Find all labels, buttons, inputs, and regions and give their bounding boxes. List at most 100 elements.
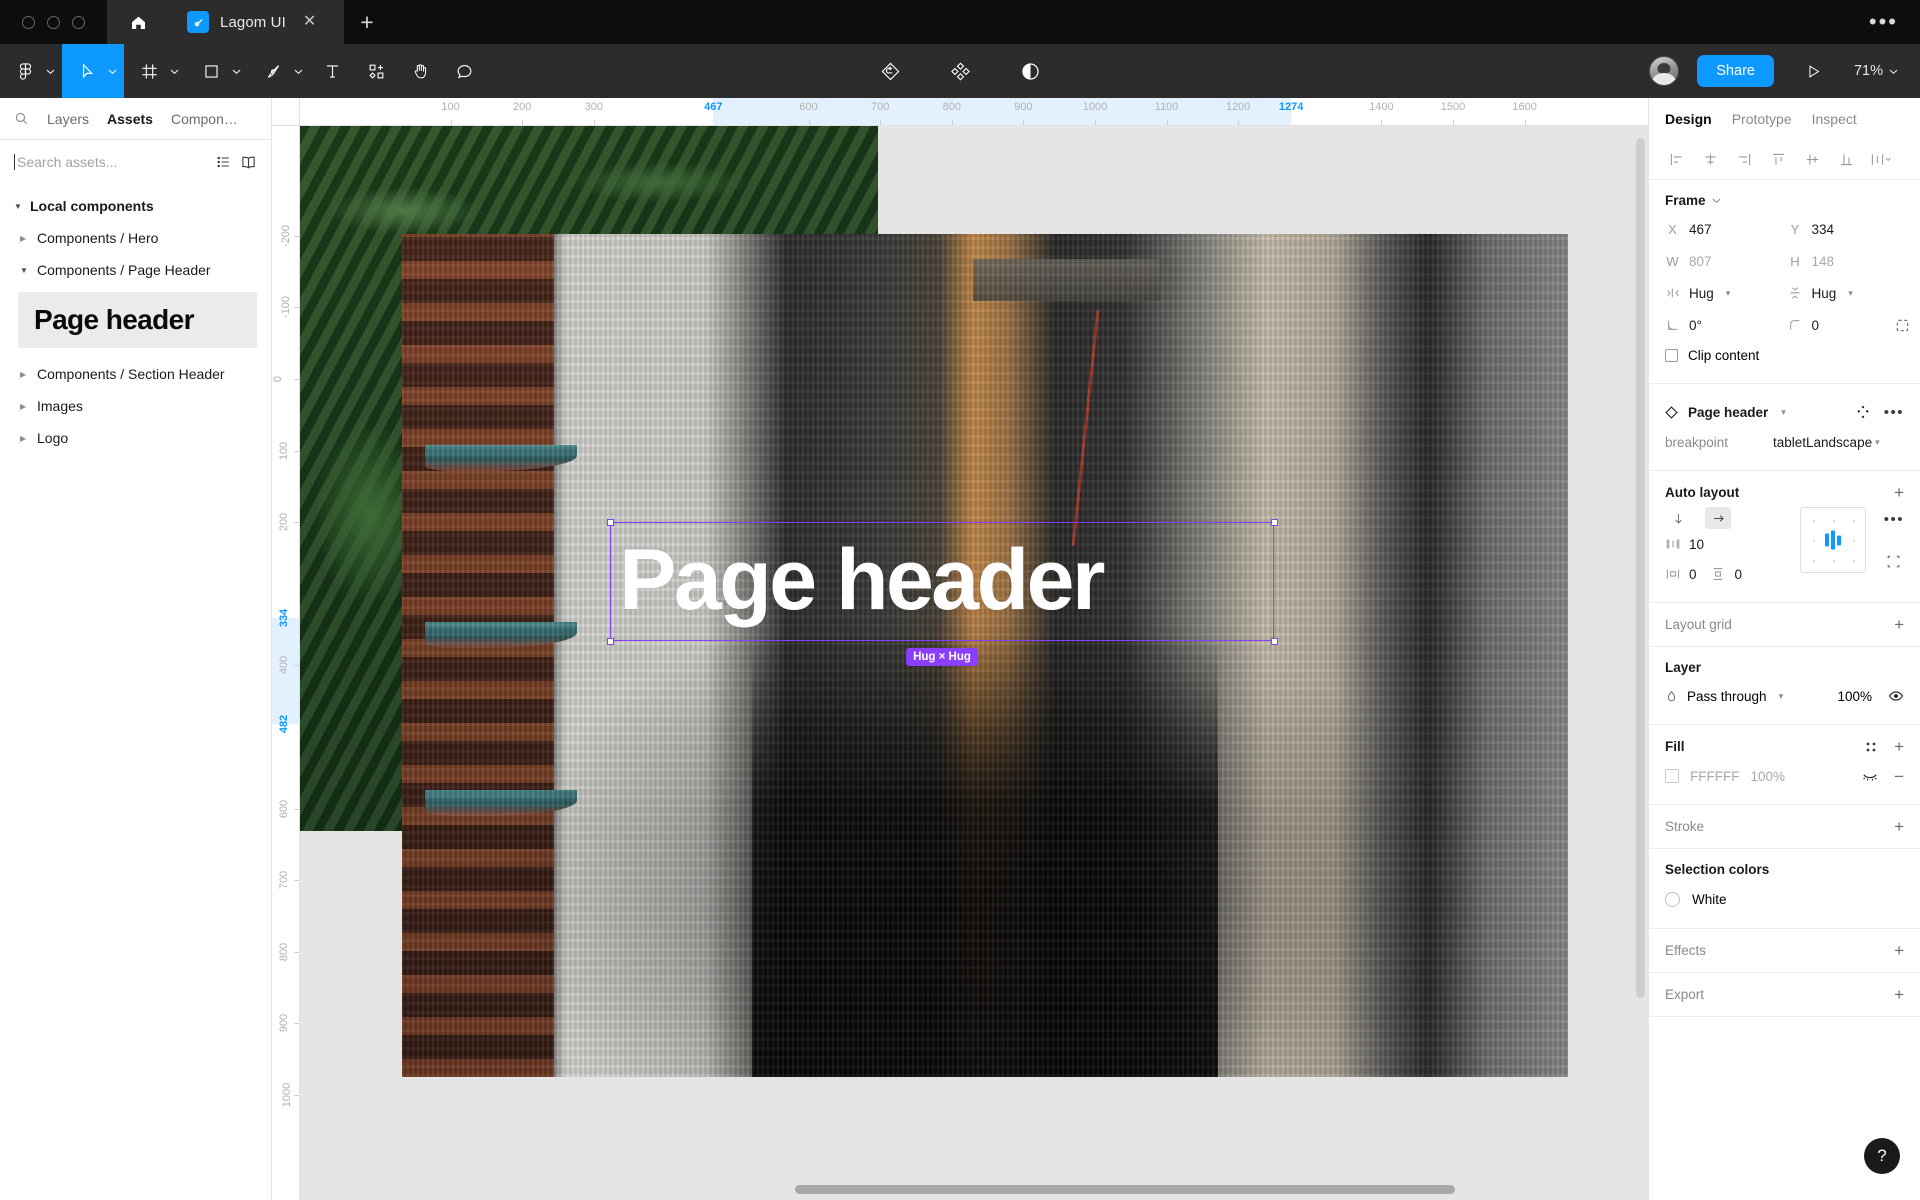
align-vertical-center-icon[interactable]	[1795, 146, 1829, 174]
tool-figma-menu[interactable]	[0, 44, 62, 98]
close-icon[interactable]: ✕	[303, 14, 316, 30]
canvas-stage[interactable]: Page header Hug × Hug	[300, 126, 1648, 1200]
asset-thumbnail-page-header[interactable]: Page header	[18, 292, 257, 348]
width-field[interactable]: W 807	[1665, 246, 1782, 276]
clip-content-icon[interactable]	[1886, 554, 1901, 569]
selection-color-swatch[interactable]	[1665, 891, 1680, 907]
chevron-down-icon[interactable]: ▾	[1781, 407, 1786, 418]
section-local-components[interactable]: ▼ Local components	[0, 190, 271, 222]
tool-components[interactable]	[354, 44, 398, 98]
auto-layout-alignment-grid[interactable]	[1799, 507, 1866, 573]
window-overflow-menu[interactable]: •••	[1869, 0, 1920, 44]
page-header-text[interactable]: Page header	[619, 537, 1105, 623]
style-picker-icon[interactable]	[1864, 740, 1878, 754]
item-spacing-field[interactable]: 10	[1665, 529, 1782, 559]
home-button[interactable]	[107, 0, 169, 44]
tool-move[interactable]	[62, 44, 124, 98]
fill-hex-value[interactable]: FFFFFF	[1690, 769, 1739, 784]
fill-opacity-value[interactable]: 100%	[1750, 769, 1785, 784]
chevron-down-icon[interactable]: ▾	[1726, 288, 1731, 299]
chevron-down-icon[interactable]	[44, 44, 62, 98]
vertical-ruler[interactable]: -200 -100 0 100 200 334 400 482 600 700 800 900 1000	[272, 126, 300, 1200]
present-button[interactable]	[1792, 63, 1836, 80]
asset-group-page-header[interactable]: ▼ Components / Page Header	[0, 254, 271, 286]
vertical-padding-field[interactable]: 0	[1711, 559, 1742, 589]
tool-text[interactable]	[310, 44, 354, 98]
resize-handle-top-left[interactable]	[607, 519, 614, 526]
plus-icon[interactable]: +	[1894, 986, 1904, 1003]
align-right-icon[interactable]	[1727, 146, 1761, 174]
align-left-icon[interactable]	[1659, 146, 1693, 174]
asset-group-hero[interactable]: ▶ Components / Hero	[0, 222, 271, 254]
resize-handle-bottom-right[interactable]	[1271, 638, 1278, 645]
canvas-area[interactable]: 100 200 300 467 600 700 800 900 1000 1100 1200 1274…	[272, 98, 1648, 1200]
rectangle-icon[interactable]	[186, 44, 230, 98]
search-icon[interactable]	[14, 111, 29, 126]
tool-comment[interactable]	[442, 44, 486, 98]
vertical-resizing-field[interactable]: Hug ▾	[1788, 278, 1905, 308]
chevron-down-icon[interactable]	[292, 44, 310, 98]
align-bottom-icon[interactable]	[1829, 146, 1863, 174]
browser-tab[interactable]: Lagom UI ✕	[169, 0, 344, 44]
share-button[interactable]: Share	[1697, 55, 1774, 87]
vertical-scrollbar[interactable]	[1636, 138, 1645, 998]
corner-radius-field[interactable]: 0	[1788, 310, 1909, 340]
x-field[interactable]: X 467	[1665, 214, 1782, 244]
y-field[interactable]: Y 334	[1788, 214, 1905, 244]
asset-group-section-header[interactable]: ▶ Components / Section Header	[0, 358, 271, 390]
window-maximize-dot[interactable]	[72, 15, 85, 29]
new-tab-button[interactable]: +	[344, 0, 390, 44]
tab-assets[interactable]: Assets	[107, 111, 153, 127]
selection-color-row[interactable]: White	[1665, 883, 1904, 915]
zoom-control[interactable]: 71%	[1854, 63, 1898, 79]
tab-design[interactable]: Design	[1665, 111, 1712, 127]
minus-icon[interactable]: −	[1894, 768, 1904, 785]
layer-opacity-value[interactable]: 100%	[1837, 689, 1872, 704]
tool-hand[interactable]	[398, 44, 442, 98]
chevron-down-icon[interactable]	[230, 44, 248, 98]
book-icon[interactable]	[240, 154, 257, 171]
plus-icon[interactable]: +	[1894, 616, 1904, 633]
independent-corners-icon[interactable]	[1895, 318, 1910, 333]
component-instance-row[interactable]: Page header ▾ •••	[1665, 397, 1904, 427]
cursor-icon[interactable]	[62, 44, 106, 98]
search-input[interactable]	[14, 154, 208, 170]
height-field[interactable]: H 148	[1788, 246, 1905, 276]
horizontal-ruler[interactable]: 100 200 300 467 600 700 800 900 1000 1100 1200 1274…	[300, 98, 1648, 126]
clip-content-checkbox[interactable]	[1665, 348, 1678, 362]
tab-inspect[interactable]: Inspect	[1812, 111, 1857, 127]
component-property-breakpoint[interactable]: breakpoint tabletLandscape ▾	[1665, 427, 1904, 457]
list-view-icon[interactable]	[216, 154, 232, 170]
align-top-icon[interactable]	[1761, 146, 1795, 174]
asset-group-logo[interactable]: ▶ Logo	[0, 422, 271, 454]
help-button[interactable]: ?	[1864, 1138, 1900, 1174]
chevron-down-icon[interactable]: ▾	[1848, 288, 1853, 299]
window-controls[interactable]	[0, 0, 107, 44]
tool-frame[interactable]	[124, 44, 186, 98]
tool-shape[interactable]	[186, 44, 248, 98]
rotation-field[interactable]: 0°	[1665, 310, 1782, 340]
horizontal-resizing-field[interactable]: Hug ▾	[1665, 278, 1782, 308]
eye-closed-icon[interactable]	[1862, 768, 1878, 784]
frame-section-header[interactable]: Frame	[1665, 193, 1904, 208]
plus-icon[interactable]: +	[1894, 942, 1904, 959]
page-header-frame[interactable]	[402, 234, 1568, 1077]
more-options-icon[interactable]: •••	[1884, 404, 1904, 421]
chevron-down-icon[interactable]	[168, 44, 186, 98]
chevron-down-icon[interactable]: ▾	[1779, 691, 1784, 702]
chevron-down-icon[interactable]: ▾	[1875, 437, 1880, 448]
tool-pen[interactable]	[248, 44, 310, 98]
tab-components[interactable]: Compon…	[171, 111, 238, 127]
eye-icon[interactable]	[1888, 688, 1904, 704]
layer-blend-row[interactable]: Pass through ▾ 100%	[1665, 681, 1904, 711]
fill-color-swatch[interactable]	[1665, 769, 1679, 783]
pen-icon[interactable]	[248, 44, 292, 98]
align-horizontal-center-icon[interactable]	[1693, 146, 1727, 174]
window-minimize-dot[interactable]	[47, 15, 60, 29]
clip-content-row[interactable]: Clip content	[1665, 340, 1904, 370]
avatar[interactable]	[1649, 56, 1680, 86]
chevron-down-icon[interactable]	[106, 44, 124, 98]
component-set-button[interactable]	[938, 61, 982, 82]
fill-row[interactable]: FFFFFF 100% −	[1665, 761, 1904, 791]
horizontal-scrollbar[interactable]	[794, 1185, 1456, 1194]
